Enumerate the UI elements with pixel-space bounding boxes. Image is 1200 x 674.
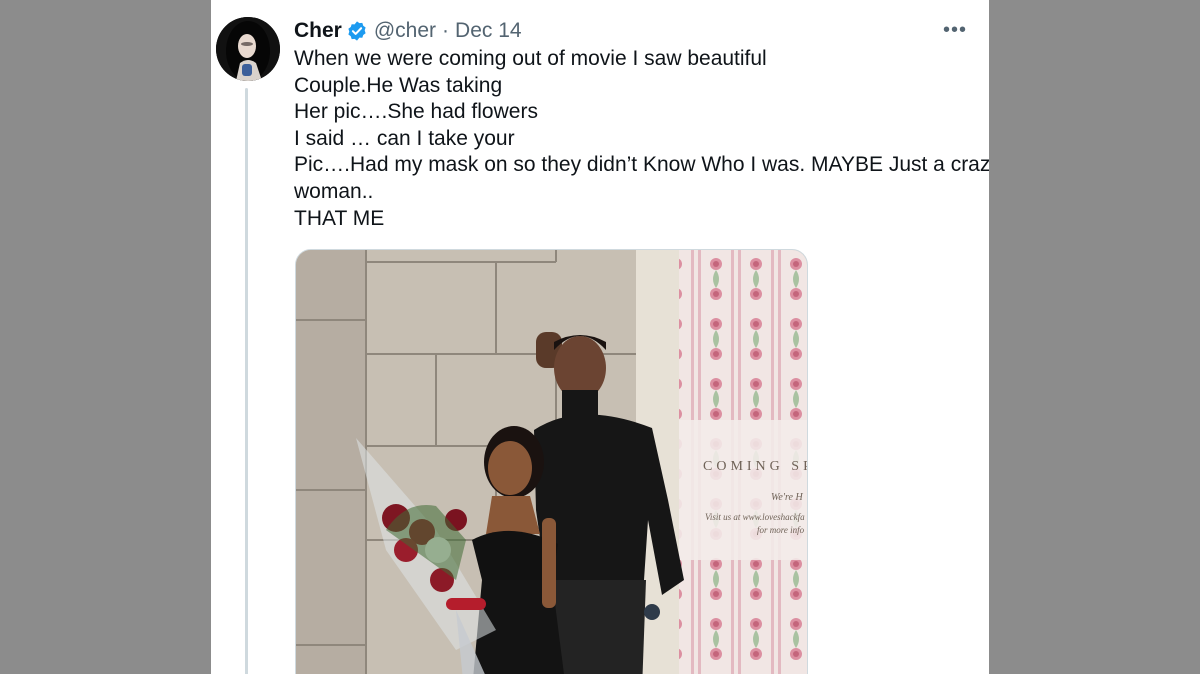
avatar-image	[216, 17, 280, 81]
tweet-text-line: Her pic….She had flowers	[294, 100, 538, 124]
tweet-text-line: THAT ME	[294, 206, 385, 230]
tweet-header: Cher @cher · Dec 14	[294, 16, 522, 46]
tweet-card: Cher @cher · Dec 14 ••• When we were com…	[211, 0, 989, 674]
more-options-icon[interactable]: •••	[941, 18, 969, 42]
tweet-date[interactable]: Dec 14	[455, 19, 522, 43]
verified-badge-icon	[346, 20, 368, 42]
poster-heading: COMING SP	[703, 459, 808, 474]
tweet-text-line: Couple.He Was taking	[294, 73, 503, 97]
poster-line: for more info	[757, 525, 805, 535]
thread-line	[245, 88, 248, 674]
tweet-text-line: When we were coming out of movie I saw b…	[294, 47, 767, 70]
poster-line: Visit us at www.loveshackfa	[705, 512, 805, 522]
avatar[interactable]	[216, 17, 280, 81]
author-handle[interactable]: @cher	[374, 19, 436, 43]
tweet-text-line: I said … can I take your	[294, 126, 515, 150]
poster-line: We're H	[771, 492, 803, 503]
tweet-photo[interactable]: COMING SP We're H Visit us at www.lovesh…	[295, 249, 808, 674]
author-name[interactable]: Cher	[294, 19, 342, 43]
separator-dot: ·	[442, 19, 450, 42]
tweet-text-line: woman..	[294, 179, 374, 203]
tweet-text: When we were coming out of movie I saw b…	[294, 46, 989, 232]
tweet-text-line: Pic….Had my mask on so they didn’t Know …	[294, 153, 989, 177]
